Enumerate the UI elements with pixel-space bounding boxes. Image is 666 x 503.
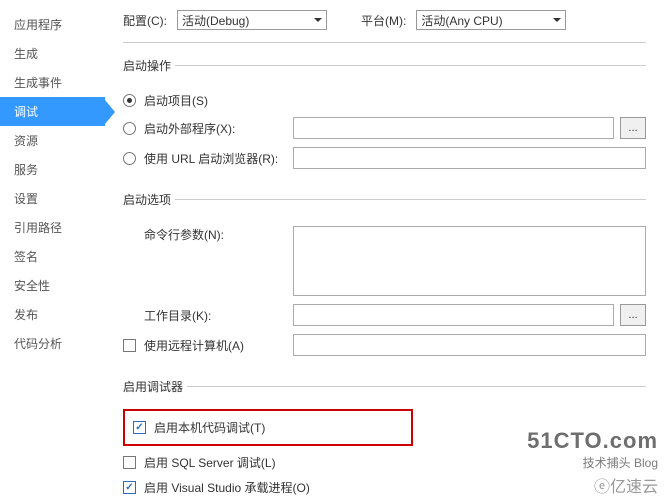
watermark-line1: 51CTO.com [527,428,658,454]
start-action-group: 启动操作 启动项目(S) 启动外部程序(X): ... 使用 URL 启动浏览器… [123,57,646,177]
browse-external-button[interactable]: ... [620,117,646,139]
config-select[interactable]: 活动(Debug) [177,10,327,30]
sidebar-item-app[interactable]: 应用程序 [0,10,105,39]
highlight-box: 启用本机代码调试(T) [123,409,413,446]
remote-checkbox[interactable] [123,339,136,352]
sidebar-item-security[interactable]: 安全性 [0,271,105,300]
sidebar-item-build[interactable]: 生成 [0,39,105,68]
sidebar-item-build-events[interactable]: 生成事件 [0,68,105,97]
sidebar-item-publish[interactable]: 发布 [0,300,105,329]
workdir-input[interactable] [293,304,614,326]
platform-label: 平台(M): [361,12,406,29]
sidebar-item-settings[interactable]: 设置 [0,184,105,213]
sidebar-item-debug[interactable]: 调试 [0,97,105,126]
start-project-radio[interactable] [123,94,136,107]
config-row: 配置(C): 活动(Debug) 平台(M): 活动(Any CPU) [123,10,646,43]
chevron-down-icon [314,18,322,22]
start-project-label: 启动项目(S) [144,92,208,109]
platform-select[interactable]: 活动(Any CPU) [416,10,566,30]
workdir-label: 工作目录(K): [144,307,211,324]
start-external-label: 启动外部程序(X): [144,120,235,137]
watermark-line3: ⓔ亿速云 [527,473,658,497]
args-input[interactable] [293,226,646,296]
native-checkbox[interactable] [133,421,146,434]
args-label: 命令行参数(N): [144,226,224,243]
sidebar-item-refpaths[interactable]: 引用路径 [0,213,105,242]
config-label: 配置(C): [123,12,167,29]
native-label: 启用本机代码调试(T) [154,419,265,436]
sidebar-item-services[interactable]: 服务 [0,155,105,184]
debuggers-legend: 启用调试器 [123,378,187,395]
external-program-input[interactable] [293,117,614,139]
start-url-radio[interactable] [123,152,136,165]
start-url-label: 使用 URL 启动浏览器(R): [144,150,278,167]
remote-input[interactable] [293,334,646,356]
start-options-legend: 启动选项 [123,191,175,208]
start-action-legend: 启动操作 [123,57,175,74]
sidebar: 应用程序 生成 生成事件 调试 资源 服务 设置 引用路径 签名 安全性 发布 … [0,0,105,503]
vshost-label: 启用 Visual Studio 承载进程(O) [144,479,310,496]
sql-label: 启用 SQL Server 调试(L) [144,454,276,471]
chevron-down-icon [553,18,561,22]
browse-workdir-button[interactable]: ... [620,304,646,326]
sidebar-item-code-analysis[interactable]: 代码分析 [0,329,105,358]
sidebar-item-resources[interactable]: 资源 [0,126,105,155]
vshost-checkbox[interactable] [123,481,136,494]
start-options-group: 启动选项 命令行参数(N): 工作目录(K): ... 使用远程计算机(A) [123,191,646,364]
sidebar-item-signing[interactable]: 签名 [0,242,105,271]
watermark: 51CTO.com 技术捕头 Blog ⓔ亿速云 [527,428,658,497]
remote-label: 使用远程计算机(A) [144,337,244,354]
url-input[interactable] [293,147,646,169]
watermark-line2: 技术捕头 Blog [527,454,658,471]
sql-checkbox[interactable] [123,456,136,469]
start-external-radio[interactable] [123,122,136,135]
